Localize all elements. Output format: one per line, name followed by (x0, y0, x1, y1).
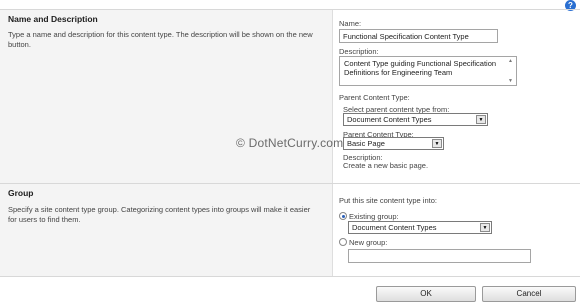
description-label: Description: (339, 47, 379, 56)
group-section: Group Specify a site content type group.… (0, 183, 580, 276)
select-from-value: Document Content Types (347, 115, 432, 124)
dialog-footer: OK Cancel (0, 276, 580, 303)
chevron-down-icon[interactable]: ▼ (476, 115, 486, 124)
section-description: Specify a site content type group. Categ… (8, 205, 311, 224)
existing-group-value: Document Content Types (352, 223, 437, 232)
name-field[interactable]: Functional Specification Content Type (339, 29, 498, 43)
existing-group-dropdown[interactable]: Document Content Types ▼ (348, 221, 492, 234)
existing-group-radio[interactable] (339, 212, 347, 220)
existing-group-label: Existing group: (349, 212, 399, 221)
section-title: Name and Description (8, 14, 98, 24)
parent-content-type-dropdown[interactable]: Basic Page ▼ (343, 137, 444, 150)
put-into-label: Put this site content type into: (339, 196, 437, 205)
scroll-up-icon[interactable]: ▲ (507, 58, 514, 64)
ok-button[interactable]: OK (376, 286, 476, 302)
chevron-down-icon[interactable]: ▼ (480, 223, 490, 232)
parent-content-type-label: Parent Content Type: (339, 93, 410, 102)
new-group-radio[interactable] (339, 238, 347, 246)
chevron-down-icon[interactable]: ▼ (432, 139, 442, 148)
name-description-info-panel: Name and Description Type a name and des… (0, 10, 333, 183)
section-description: Type a name and description for this con… (8, 30, 313, 49)
name-description-section: Name and Description Type a name and des… (0, 9, 580, 183)
description-scrollbar[interactable]: ▲ ▼ (506, 58, 515, 84)
group-info-panel: Group Specify a site content type group.… (0, 184, 333, 276)
section-title: Group (8, 188, 34, 198)
parent-description-text: Create a new basic page. (343, 161, 429, 170)
parent-ct-value: Basic Page (347, 139, 385, 148)
cancel-button[interactable]: Cancel (482, 286, 576, 302)
new-group-label: New group: (349, 238, 388, 247)
new-group-field[interactable] (348, 249, 531, 263)
description-field[interactable]: Content Type guiding Functional Specific… (339, 56, 517, 86)
watermark: © DotNetCurry.com (236, 136, 344, 150)
scroll-down-icon[interactable]: ▼ (507, 78, 514, 84)
description-text: Content Type guiding Functional Specific… (344, 59, 497, 77)
name-label: Name: (339, 19, 362, 28)
select-from-dropdown[interactable]: Document Content Types ▼ (343, 113, 488, 126)
